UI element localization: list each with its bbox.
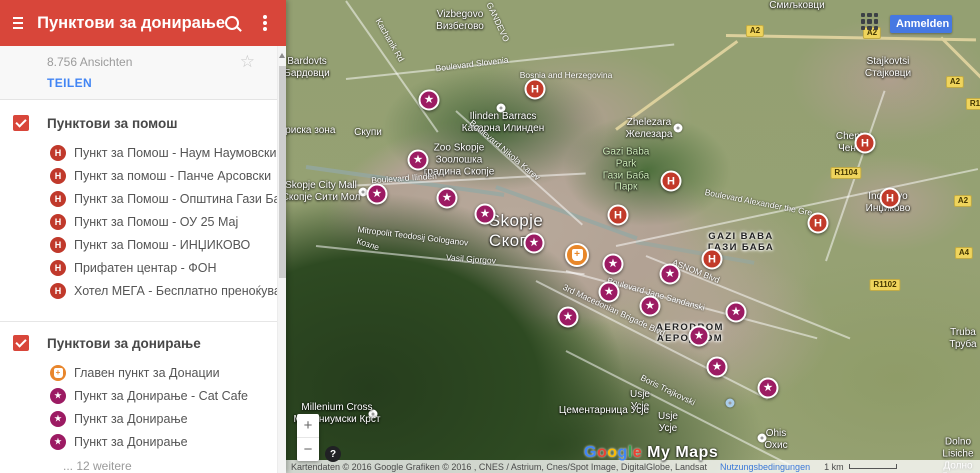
map-marker[interactable] [707,357,728,378]
list-item[interactable]: Прифатен центар - ФОН [0,256,277,279]
map-marker[interactable] [524,233,545,254]
list-item-label: Хотел МЕГА - Бесплатно преноќување [74,284,277,298]
list-item-label: Пункт за помош - Панче Арсовски [74,169,271,183]
scale-label: 1 km [824,462,844,472]
list-item[interactable]: Хотел МЕГА - Бесплатно преноќување [0,279,277,302]
list-item-label: Главен пункт за Донации [74,366,220,380]
list-item-label: Пункт за Помош - Наум Наумовски Б... [74,146,277,160]
layer-checkbox[interactable] [13,335,29,351]
map-marker[interactable] [661,171,682,192]
donate-marker-icon [50,434,66,450]
terms-link[interactable]: Nutzungsbedingungen [720,462,810,472]
layer-section-donate: Пунктови за донирање Главен пункт за Дон… [0,322,277,473]
map-marker[interactable] [558,307,579,328]
zoom-control: + − [297,414,319,461]
help-marker-icon [50,145,66,161]
layer-item-list: Пункт за Помош - Наум Наумовски Б... Пун… [0,141,277,302]
list-item-label: Пункт за Помош - ОУ 25 Мај [74,215,238,229]
list-item-label: Пункт за Донирање - Cat Cafe [74,389,248,403]
map-marker[interactable] [603,254,624,275]
sidebar: Пунктови за донирање 8.756 Ansichten ☆ T… [0,0,286,473]
list-item[interactable]: Главен пункт за Донации [0,361,277,384]
list-item[interactable]: Пункт за Помош - Општина Гази Баба [0,187,277,210]
donate-marker-icon [50,411,66,427]
map-marker[interactable] [689,326,710,347]
list-item[interactable]: Пункт за помош - Панче Арсовски [0,164,277,187]
map-marker[interactable] [855,133,876,154]
google-logo: Google [584,444,642,461]
favorite-star-icon[interactable]: ☆ [240,52,255,72]
list-item[interactable]: Пункт за Донирање [0,430,277,453]
donate-marker-icon [50,365,66,381]
google-apps-grid-icon[interactable] [861,13,878,30]
layer-header: Пунктови за помош [0,100,277,137]
zoom-out-button[interactable]: − [297,438,319,461]
attribution-text: Kartendaten © 2016 Google Grafiken © 201… [291,462,707,472]
help-marker-icon [50,260,66,276]
help-marker-icon [50,214,66,230]
overflow-menu-icon[interactable] [263,13,267,33]
search-icon[interactable] [225,16,239,30]
google-my-maps-logo: Google My Maps [584,444,718,462]
list-item-label: Пункт за Донирање [74,435,188,449]
scrollbar-up-arrow[interactable] [279,53,285,58]
scale-bar [849,464,897,469]
layer-title: Пунктови за донирање [47,336,201,351]
layer-section-help: Пунктови за помош Пункт за Помош - Наум … [0,100,277,322]
scale-control: 1 km [824,462,897,472]
list-item[interactable]: Пункт за Донирање - Cat Cafe [0,384,277,407]
menu-icon[interactable] [13,14,23,32]
map-canvas[interactable]: СмиљковциVizbegovo ВизбеговоBardovts Бар… [286,0,980,473]
map-marker[interactable] [660,264,681,285]
list-item[interactable]: Пункт за Помош - ОУ 25 Мај [0,210,277,233]
list-item-label: Пункт за Помош - Општина Гази Баба [74,192,277,206]
donate-marker-icon [50,388,66,404]
help-marker-icon [50,168,66,184]
list-item-label: Прифатен центар - ФОН [74,261,217,275]
map-marker[interactable] [525,79,546,100]
layer-item-list: Главен пункт за Донации Пункт за Донирањ… [0,361,277,453]
help-button[interactable]: ? [325,446,341,462]
map-marker[interactable] [437,188,458,209]
map-marker[interactable] [608,205,629,226]
share-link[interactable]: TEILEN [47,76,92,90]
map-marker[interactable] [599,282,620,303]
layer-header: Пунктови за донирање [0,322,277,357]
map-marker[interactable] [367,184,388,205]
map-info-panel: 8.756 Ansichten ☆ TEILEN [0,46,277,100]
help-marker-icon [50,191,66,207]
list-item[interactable]: Пункт за Донирање [0,407,277,430]
map-marker[interactable] [758,378,779,399]
list-item[interactable]: Пункт за Помош - Наум Наумовски Б... [0,141,277,164]
sidebar-header: Пунктови за донирање [0,0,286,46]
signin-button[interactable]: Anmelden [890,15,952,33]
layer-checkbox[interactable] [13,115,29,131]
map-marker[interactable] [880,188,901,209]
map-marker[interactable] [408,150,429,171]
map-marker[interactable] [640,296,661,317]
map-marker[interactable] [702,249,723,270]
list-item[interactable]: Пункт за Помош - ИНЏИКОВО [0,233,277,256]
mymaps-logo-text: My Maps [647,444,718,461]
sidebar-scrollbar[interactable] [277,46,286,473]
map-title: Пунктови за донирање [37,14,225,33]
help-marker-icon [50,283,66,299]
zoom-in-button[interactable]: + [297,414,319,438]
layers-panel: Пунктови за помош Пункт за Помош - Наум … [0,100,277,473]
show-more-link[interactable]: ... 12 weitere [0,453,277,473]
map-marker[interactable] [808,213,829,234]
layer-title: Пунктови за помош [47,116,177,131]
map-marker[interactable] [726,302,747,323]
app-root: Пунктови за донирање 8.756 Ansichten ☆ T… [0,0,980,473]
help-marker-icon [50,237,66,253]
map-marker[interactable] [419,90,440,111]
scrollbar-thumb[interactable] [279,66,286,278]
list-item-label: Пункт за Донирање [74,412,188,426]
list-item-label: Пункт за Помош - ИНЏИКОВО [74,238,250,252]
map-marker[interactable] [565,243,589,267]
map-marker[interactable] [475,204,496,225]
